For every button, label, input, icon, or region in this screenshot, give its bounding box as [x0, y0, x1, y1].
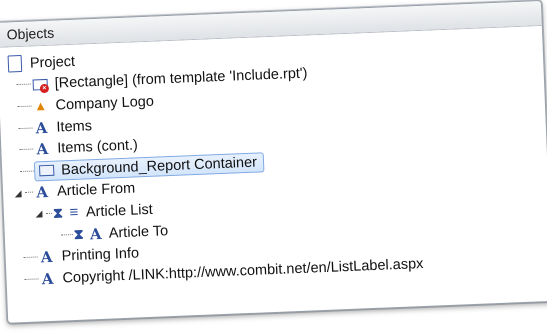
- tree-item-label: Article From: [56, 180, 136, 200]
- tree-connector: [60, 233, 73, 237]
- rectangle-error-icon: ×: [30, 76, 50, 94]
- text-object-icon: A: [89, 224, 102, 243]
- tree-item-label: Project: [29, 53, 76, 72]
- tree-connector: [24, 278, 39, 281]
- tree-connector: [19, 148, 34, 152]
- text-object-icon: A: [41, 269, 54, 289]
- tree-connector: [20, 170, 35, 173]
- tree-item-label: Printing Info: [61, 245, 140, 265]
- tree-connector: [17, 105, 32, 109]
- table-icon: ≡: [69, 204, 79, 222]
- tree-connector: [23, 256, 38, 260]
- text-object-icon: A: [35, 118, 48, 138]
- tree-connector: [18, 127, 33, 130]
- tree-item-label: Company Logo: [55, 93, 155, 114]
- hourglass-icon: ⧗: [52, 204, 64, 222]
- object-tree[interactable]: Project × [Rectangle] (from template 'In…: [0, 26, 547, 291]
- objects-panel: Objects Project × [Rectangle] (from temp…: [0, 0, 547, 324]
- tree-item-label: Items (cont.): [57, 137, 139, 157]
- tree-connector: [25, 191, 34, 195]
- text-object-icon: A: [40, 248, 53, 267]
- tree-item-label: Items: [56, 117, 93, 136]
- collapse-arrow-icon[interactable]: ◢: [13, 188, 23, 199]
- tree-item-label: Article List: [85, 201, 154, 221]
- text-object-icon: A: [35, 183, 49, 202]
- image-icon: ▲: [33, 98, 48, 114]
- hourglass-icon: ⧗: [73, 225, 84, 243]
- text-object-icon: A: [36, 140, 49, 159]
- tree-item-label: Article To: [108, 222, 169, 242]
- document-icon: [6, 55, 25, 73]
- container-icon: [37, 162, 56, 179]
- tree-connector: [16, 83, 31, 87]
- collapse-arrow-icon[interactable]: ◢: [34, 209, 44, 220]
